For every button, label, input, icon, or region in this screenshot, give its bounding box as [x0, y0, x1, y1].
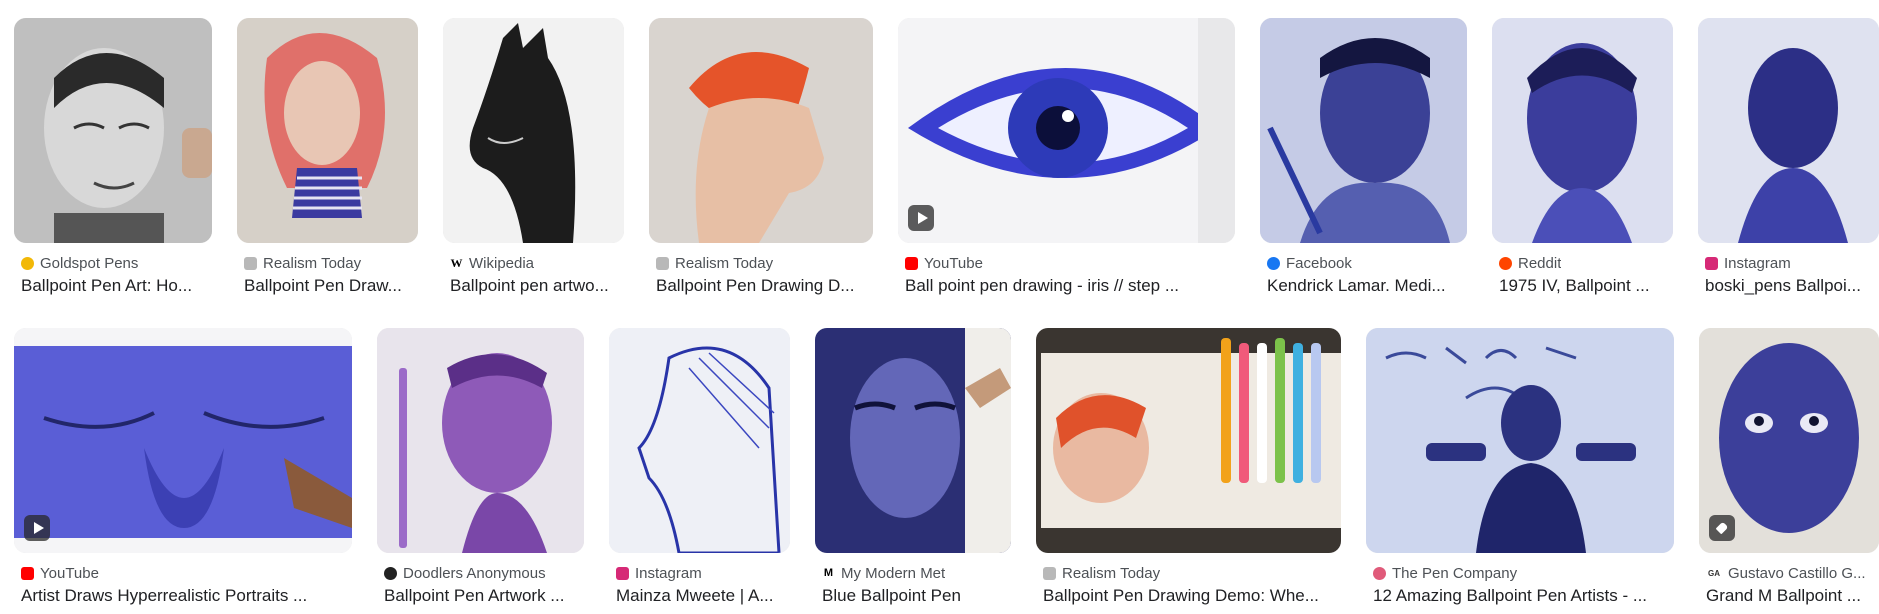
- source-name[interactable]: Wikipedia: [469, 255, 534, 272]
- result-thumbnail[interactable]: [1260, 18, 1467, 243]
- result-title[interactable]: Ballpoint Pen Drawing D...: [649, 276, 873, 296]
- image-result-card[interactable]: Doodlers Anonymous Ballpoint Pen Artwork…: [377, 328, 584, 606]
- source-name[interactable]: Instagram: [635, 565, 702, 582]
- image-result-card[interactable]: Realism Today Ballpoint Pen Drawing Demo…: [1036, 328, 1341, 606]
- instagram-favicon-icon: [616, 566, 629, 580]
- source-name[interactable]: Realism Today: [1062, 565, 1160, 582]
- result-thumbnail[interactable]: [377, 328, 584, 553]
- result-thumbnail[interactable]: [237, 18, 418, 243]
- source-name[interactable]: Gustavo Castillo G...: [1728, 565, 1866, 582]
- source-name[interactable]: Realism Today: [675, 255, 773, 272]
- image-result-card[interactable]: Reddit 1975 IV, Ballpoint ...: [1492, 18, 1673, 296]
- image-result-card[interactable]: Realism Today Ballpoint Pen Draw...: [237, 18, 418, 296]
- result-title[interactable]: Kendrick Lamar. Medi...: [1260, 276, 1467, 296]
- facebook-favicon-icon: [1267, 256, 1280, 270]
- reddit-favicon-icon: [1499, 256, 1512, 270]
- result-thumbnail[interactable]: [1366, 328, 1674, 553]
- blue-woman-portrait-thumbnail: [1698, 18, 1879, 243]
- blue-portrait-thumbnail: [1492, 18, 1673, 243]
- goldspot-favicon-icon: [21, 256, 34, 270]
- doodlers-anonymous-favicon-icon: [384, 566, 397, 580]
- image-result-card[interactable]: W Wikipedia Ballpoint pen artwo...: [443, 18, 624, 296]
- result-thumbnail[interactable]: [649, 18, 873, 243]
- result-thumbnail[interactable]: [815, 328, 1011, 553]
- redhead-pen-drawing-thumbnail: [237, 18, 418, 243]
- graffiti-wall-drawing-thumbnail: [1366, 328, 1674, 553]
- source-name[interactable]: Goldspot Pens: [40, 255, 138, 272]
- realism-today-favicon-icon: [656, 256, 669, 270]
- source-name[interactable]: The Pen Company: [1392, 565, 1517, 582]
- result-title[interactable]: 12 Amazing Ballpoint Pen Artists - ...: [1366, 586, 1674, 606]
- result-title[interactable]: Ballpoint Pen Art: Ho...: [14, 276, 212, 296]
- shopping-tag-icon: [1709, 515, 1735, 541]
- result-title[interactable]: Artist Draws Hyperrealistic Portraits ..…: [14, 586, 352, 606]
- image-result-card[interactable]: Instagram boski_pens Ballpoi...: [1698, 18, 1879, 296]
- result-thumbnail[interactable]: [1699, 328, 1879, 553]
- result-title[interactable]: Ball point pen drawing - iris // step ..…: [898, 276, 1235, 296]
- image-result-card[interactable]: The Pen Company 12 Amazing Ballpoint Pen…: [1366, 328, 1674, 606]
- result-title[interactable]: Ballpoint Pen Artwork ...: [377, 586, 584, 606]
- result-thumbnail[interactable]: [1492, 18, 1673, 243]
- youtube-favicon-icon: [905, 256, 918, 270]
- blue-woman-drawing-thumbnail: [815, 328, 1011, 553]
- result-title[interactable]: Mainza Mweete | A...: [609, 586, 790, 606]
- pen-company-favicon-icon: [1373, 566, 1386, 580]
- image-result-card[interactable]: Realism Today Ballpoint Pen Drawing D...: [649, 18, 873, 296]
- result-title[interactable]: 1975 IV, Ballpoint ...: [1492, 276, 1673, 296]
- gustavo-castillo-favicon-icon: GA: [1708, 568, 1720, 578]
- pencil-portrait-thumbnail: [14, 18, 212, 243]
- result-thumbnail[interactable]: [609, 328, 790, 553]
- blue-eye-drawing-thumbnail: [898, 18, 1235, 243]
- my-modern-met-favicon-icon: M: [823, 567, 834, 579]
- redhead-with-pens-thumbnail: [1036, 328, 1341, 553]
- result-title[interactable]: Ballpoint pen artwo...: [443, 276, 624, 296]
- redhead-profile-thumbnail: [649, 18, 873, 243]
- source-name[interactable]: Instagram: [1724, 255, 1791, 272]
- wikipedia-favicon-icon: W: [450, 255, 463, 270]
- result-title[interactable]: boski_pens Ballpoi...: [1698, 276, 1879, 296]
- realism-today-favicon-icon: [1043, 566, 1056, 580]
- kendrick-blue-portrait-thumbnail: [1260, 18, 1467, 243]
- image-result-card[interactable]: Goldspot Pens Ballpoint Pen Art: Ho...: [14, 18, 212, 296]
- image-result-card[interactable]: Instagram Mainza Mweete | A...: [609, 328, 790, 606]
- result-thumbnail[interactable]: [14, 18, 212, 243]
- image-result-card[interactable]: YouTube Ball point pen drawing - iris //…: [898, 18, 1235, 296]
- video-play-icon: [908, 205, 934, 231]
- image-result-card[interactable]: YouTube Artist Draws Hyperrealistic Port…: [14, 328, 352, 606]
- blue-line-profile-thumbnail: [609, 328, 790, 553]
- horse-drawing-thumbnail: [443, 18, 624, 243]
- result-title[interactable]: Grand M Ballpoint ...: [1699, 586, 1879, 606]
- source-name[interactable]: YouTube: [924, 255, 983, 272]
- video-play-icon: [24, 515, 50, 541]
- result-thumbnail[interactable]: [443, 18, 624, 243]
- result-title[interactable]: Blue Ballpoint Pen: [815, 586, 1011, 606]
- source-name[interactable]: Facebook: [1286, 255, 1352, 272]
- realism-today-favicon-icon: [244, 256, 257, 270]
- purple-man-portrait-thumbnail: [377, 328, 584, 553]
- source-name[interactable]: My Modern Met: [841, 565, 945, 582]
- image-result-card[interactable]: Facebook Kendrick Lamar. Medi...: [1260, 18, 1467, 296]
- result-thumbnail[interactable]: [898, 18, 1235, 243]
- source-name[interactable]: Reddit: [1518, 255, 1561, 272]
- youtube-favicon-icon: [21, 566, 34, 580]
- instagram-favicon-icon: [1705, 256, 1718, 270]
- source-name[interactable]: Doodlers Anonymous: [403, 565, 546, 582]
- result-title[interactable]: Ballpoint Pen Draw...: [237, 276, 418, 296]
- blue-face-closeup-thumbnail: [14, 328, 352, 553]
- image-result-card[interactable]: GA Gustavo Castillo G... Grand M Ballpoin…: [1699, 328, 1879, 606]
- source-name[interactable]: Realism Today: [263, 255, 361, 272]
- image-result-card[interactable]: M My Modern Met Blue Ballpoint Pen: [815, 328, 1011, 606]
- result-thumbnail[interactable]: [1698, 18, 1879, 243]
- source-name[interactable]: YouTube: [40, 565, 99, 582]
- result-thumbnail[interactable]: [14, 328, 352, 553]
- result-title[interactable]: Ballpoint Pen Drawing Demo: Whe...: [1036, 586, 1341, 606]
- result-thumbnail[interactable]: [1036, 328, 1341, 553]
